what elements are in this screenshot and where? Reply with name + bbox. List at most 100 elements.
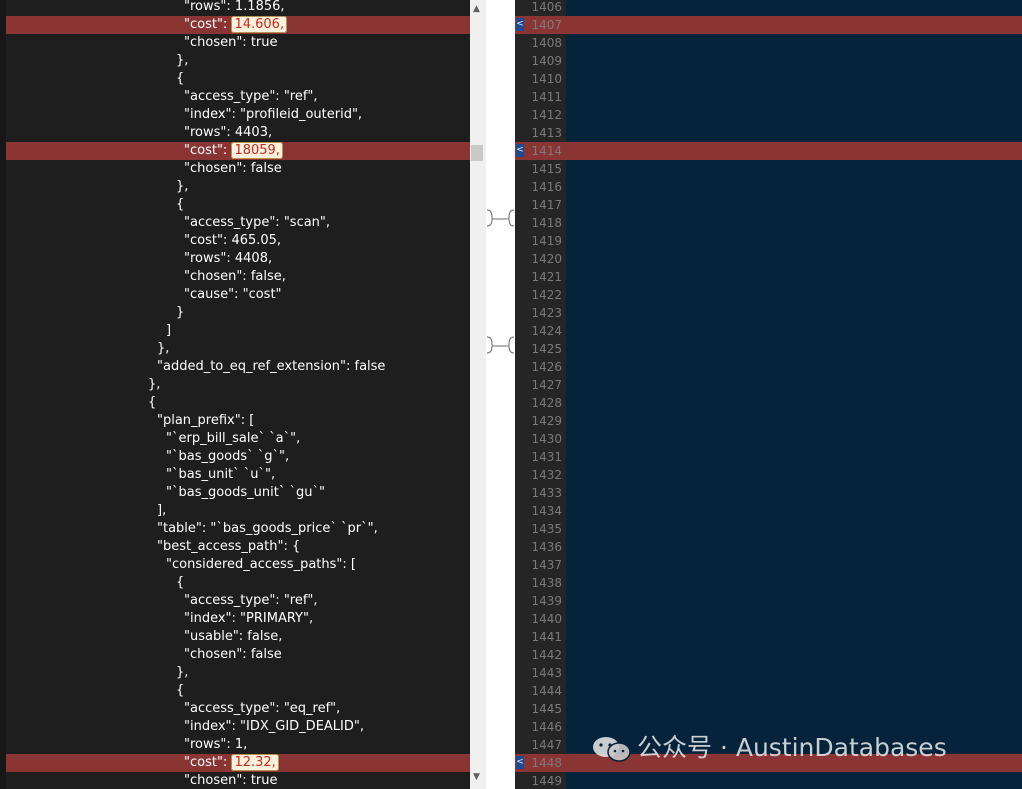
line-number: 1447: [531, 738, 562, 752]
line-number: 1415: [531, 162, 562, 176]
gutter-row: 1421: [515, 268, 566, 286]
code-line-text: "chosen": true: [184, 772, 278, 789]
code-text: },: [176, 665, 189, 680]
code-text: "chosen": true: [184, 773, 278, 788]
code-text: },: [176, 179, 189, 194]
code-line: "plan_prefix": [: [0, 412, 470, 430]
code-text: "rows": 1,: [184, 737, 248, 752]
code-line: "chosen": false: [566, 160, 1022, 178]
gutter-row: 1416: [515, 178, 566, 196]
diff-changed-line: "cost": 18059,: [0, 142, 470, 160]
code-text: },: [157, 341, 170, 356]
code-text: {: [176, 683, 185, 698]
gutter-row: 1413: [515, 124, 566, 142]
gutter-row: 1446: [515, 718, 566, 736]
code-line: "`bas_goods_unit` `gu`": [566, 484, 1022, 502]
line-number: 1414: [531, 144, 562, 158]
code-line: },: [0, 340, 470, 358]
line-number: 1410: [531, 72, 562, 86]
gutter-row: <1407: [515, 16, 566, 34]
line-number: 1445: [531, 702, 562, 716]
chevron-left-icon[interactable]: <: [516, 18, 524, 31]
code-line: {: [566, 394, 1022, 412]
code-line-text: "chosen": false,: [184, 268, 286, 286]
code-line-text: {: [176, 682, 184, 700]
code-line: ],: [0, 502, 470, 520]
code-line-text: "chosen": false: [184, 160, 282, 178]
code-line: "index": "IDX_GID_DEALID",: [0, 718, 470, 736]
code-line: },: [0, 376, 470, 394]
code-text: "cost":: [184, 17, 232, 32]
right-code-pane[interactable]: "rows": 1.1856,"cost": 29.213,"chosen": …: [566, 0, 1022, 789]
line-number: 1420: [531, 252, 562, 266]
line-number: 1423: [531, 306, 562, 320]
gutter-row: 1438: [515, 574, 566, 592]
code-line: "plan_prefix": [: [566, 412, 1022, 430]
code-line: ],: [566, 502, 1022, 520]
scroll-down-arrow-icon[interactable]: ▼: [473, 772, 480, 782]
line-number: 1440: [531, 612, 562, 626]
code-line: "access_type": "eq_ref",: [0, 700, 470, 718]
code-line: "index": "profileid_outerid",: [0, 106, 470, 124]
code-line-text: "cost": 465.05,: [184, 232, 281, 250]
diff-changed-line: "cost": 14.606,: [0, 16, 470, 34]
code-line: "cost": 465.05,: [566, 232, 1022, 250]
code-line-text: "`bas_unit` `u`",: [166, 466, 275, 484]
gutter-row: 1441: [515, 628, 566, 646]
line-number: 1439: [531, 594, 562, 608]
gutter-row: 1431: [515, 448, 566, 466]
code-line-text: {: [148, 394, 156, 412]
code-text: ],: [157, 503, 167, 518]
code-line: "cause": "cost": [0, 286, 470, 304]
chevron-left-icon[interactable]: <: [516, 756, 524, 769]
code-text: "chosen": true: [184, 35, 278, 50]
gutter-row: 1411: [515, 88, 566, 106]
changed-value: 18059,: [231, 142, 283, 159]
code-line: "chosen": true: [566, 34, 1022, 52]
code-line: "chosen": false,: [0, 268, 470, 286]
code-text: "rows": 4408,: [184, 251, 273, 266]
code-text: "cost": 465.05,: [184, 233, 282, 248]
code-text: "`bas_unit` `u`",: [166, 467, 276, 482]
code-line: "rows": 4403,: [566, 124, 1022, 142]
code-line: "chosen": true: [566, 772, 1022, 789]
code-line: {: [566, 70, 1022, 88]
code-text: "chosen": false: [184, 647, 282, 662]
code-line: "usable": false,: [566, 628, 1022, 646]
line-number: 1429: [531, 414, 562, 428]
line-number: 1419: [531, 234, 562, 248]
code-line: {: [0, 394, 470, 412]
code-line-text: "rows": 1.1856,: [184, 0, 285, 16]
chevron-left-icon[interactable]: <: [516, 144, 524, 157]
gutter-row: 1425: [515, 340, 566, 358]
code-line-text: "chosen": true: [184, 34, 278, 52]
code-text: "access_type": "eq_ref",: [184, 701, 341, 716]
gutter-row: 1429: [515, 412, 566, 430]
code-line: "access_type": "scan",: [566, 214, 1022, 232]
scroll-up-arrow-icon[interactable]: ▲: [473, 4, 480, 14]
code-line: "`bas_goods` `g`",: [0, 448, 470, 466]
gutter-row: 1433: [515, 484, 566, 502]
code-line-text: "added_to_eq_ref_extension": false: [157, 358, 385, 376]
line-number: 1432: [531, 468, 562, 482]
code-line-text: "cost": 12.32,: [184, 754, 279, 772]
line-number: 1425: [531, 342, 562, 356]
line-number: 1436: [531, 540, 562, 554]
left-vertical-scrollbar[interactable]: ▲ ▼: [470, 0, 486, 789]
code-line-text: },: [176, 178, 188, 196]
gutter-row: 1449: [515, 772, 566, 789]
left-scrollbar-thumb[interactable]: [471, 145, 483, 161]
code-line: "considered_access_paths": [: [566, 556, 1022, 574]
code-line-text: },: [148, 376, 160, 394]
code-text: "index": "PRIMARY",: [184, 611, 314, 626]
code-line: "added_to_eq_ref_extension": false: [0, 358, 470, 376]
code-line: {: [0, 70, 470, 88]
gutter-row: 1443: [515, 664, 566, 682]
code-line-text: "rows": 4408,: [184, 250, 272, 268]
gutter-row: <1414: [515, 142, 566, 160]
gutter-row: 1406: [515, 0, 566, 16]
code-text: {: [176, 197, 185, 212]
code-text: ]: [166, 323, 172, 338]
left-code-pane[interactable]: "rows": 1.1856, "cost": 14.606, "chosen": …: [0, 0, 470, 789]
changed-value: 12.32,: [231, 754, 279, 771]
